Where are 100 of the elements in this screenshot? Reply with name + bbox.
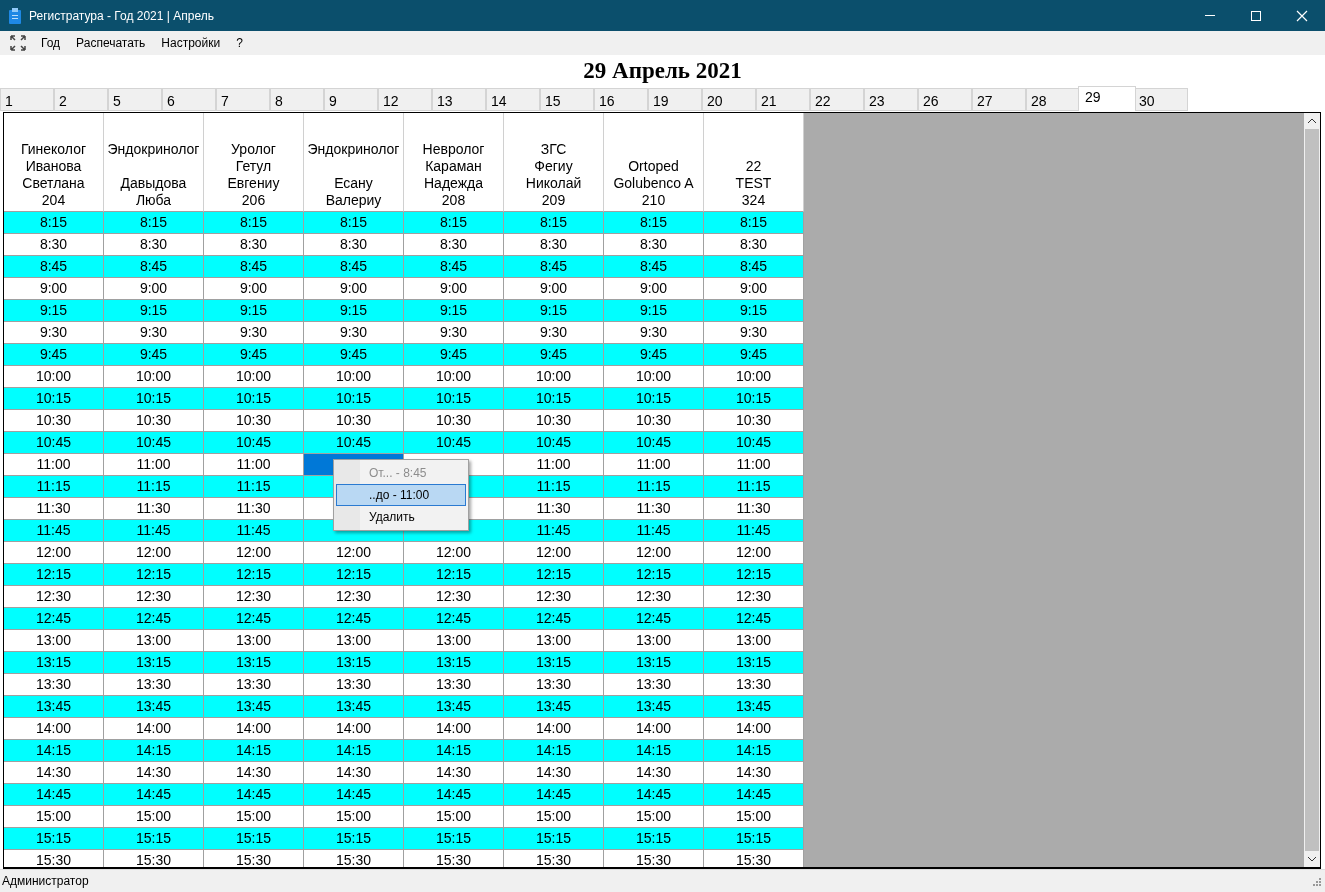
table-cell: 12:30	[304, 586, 404, 608]
day-tab[interactable]: 15	[540, 88, 594, 111]
table-cell: 9:45	[604, 344, 704, 366]
table-cell: 8:30	[704, 234, 804, 256]
scrollbar[interactable]	[1304, 113, 1320, 867]
table-cell: 9:15	[604, 300, 704, 322]
day-tab[interactable]: 29	[1078, 86, 1136, 111]
table-cell: 15:00	[704, 806, 804, 828]
resize-grip-icon[interactable]	[1311, 876, 1321, 886]
table-cell: 10:30	[304, 410, 404, 432]
table-cell: 9:45	[204, 344, 304, 366]
day-tab[interactable]: 2	[54, 88, 108, 111]
table-cell: 11:30	[4, 498, 104, 520]
table-cell: 13:30	[204, 674, 304, 696]
day-tab[interactable]: 16	[594, 88, 648, 111]
table-cell: 11:30	[104, 498, 204, 520]
day-tab[interactable]: 20	[702, 88, 756, 111]
table-cell: 10:15	[104, 388, 204, 410]
context-menu-item[interactable]: Удалить	[336, 506, 466, 528]
table-cell: 8:45	[704, 256, 804, 278]
day-tab[interactable]: 8	[270, 88, 324, 111]
table-cell: 9:30	[404, 322, 504, 344]
table-cell: 13:15	[4, 652, 104, 674]
table-cell: 8:15	[304, 212, 404, 234]
table-cell: 9:15	[504, 300, 604, 322]
table-cell: 10:15	[504, 388, 604, 410]
table-cell: 14:30	[504, 762, 604, 784]
table-cell: 12:45	[104, 608, 204, 630]
table-cell: 13:45	[704, 696, 804, 718]
table-cell: 8:15	[204, 212, 304, 234]
day-tab[interactable]: 13	[432, 88, 486, 111]
table-cell: 13:15	[204, 652, 304, 674]
table-cell: 10:00	[404, 366, 504, 388]
menu-item[interactable]: Распечатать	[68, 32, 154, 54]
fullscreen-icon[interactable]	[10, 35, 26, 51]
day-tab[interactable]: 26	[918, 88, 972, 111]
table-cell: 14:30	[704, 762, 804, 784]
table-cell: 14:45	[204, 784, 304, 806]
table-cell: 10:15	[204, 388, 304, 410]
day-tab[interactable]: 27	[972, 88, 1026, 111]
day-tab[interactable]: 21	[756, 88, 810, 111]
table-cell: 12:30	[704, 586, 804, 608]
table-cell: 14:00	[404, 718, 504, 740]
table-cell: 10:30	[504, 410, 604, 432]
day-tab[interactable]: 23	[864, 88, 918, 111]
table-cell: 14:45	[404, 784, 504, 806]
table-cell: 15:00	[204, 806, 304, 828]
context-menu-item[interactable]: ..до - 11:00	[336, 484, 466, 506]
day-tab[interactable]: 6	[162, 88, 216, 111]
table-cell: 8:45	[204, 256, 304, 278]
day-tab[interactable]: 28	[1026, 88, 1080, 111]
table-cell: 9:00	[404, 278, 504, 300]
table-cell: 15:15	[304, 828, 404, 850]
table-cell: 14:15	[704, 740, 804, 762]
table-cell: 14:30	[304, 762, 404, 784]
table-cell: 12:00	[304, 542, 404, 564]
day-tab[interactable]: 19	[648, 88, 702, 111]
status-text: Администратор	[2, 874, 90, 888]
day-tab[interactable]: 7	[216, 88, 270, 111]
table-cell: 10:45	[4, 432, 104, 454]
table-cell: 8:45	[104, 256, 204, 278]
table-cell: 12:15	[704, 564, 804, 586]
day-tab[interactable]: 5	[108, 88, 162, 111]
table-cell: 11:00	[704, 454, 804, 476]
day-tab[interactable]: 14	[486, 88, 540, 111]
table-cell: 12:00	[204, 542, 304, 564]
table-cell: 11:30	[504, 498, 604, 520]
table-cell: 13:45	[104, 696, 204, 718]
table-cell: 13:00	[504, 630, 604, 652]
table-cell: 11:30	[704, 498, 804, 520]
menu-item[interactable]: Год	[33, 32, 69, 54]
table-cell: 10:45	[504, 432, 604, 454]
day-tab[interactable]: 12	[378, 88, 432, 111]
table-cell: 15:00	[4, 806, 104, 828]
menu-item[interactable]: Настройки	[153, 32, 229, 54]
table-cell: 9:45	[304, 344, 404, 366]
table-cell: 14:15	[4, 740, 104, 762]
table-cell: 12:00	[604, 542, 704, 564]
table-cell: 9:15	[204, 300, 304, 322]
table-cell: 9:30	[504, 322, 604, 344]
day-tab[interactable]: 30	[1134, 88, 1188, 111]
table-cell: 9:45	[404, 344, 504, 366]
table-cell: 13:30	[404, 674, 504, 696]
table-cell: 11:45	[604, 520, 704, 542]
table-cell: 14:45	[504, 784, 604, 806]
day-tab[interactable]: 22	[810, 88, 864, 111]
table-cell: 14:15	[404, 740, 504, 762]
table-cell: 10:45	[604, 432, 704, 454]
table-cell: 11:45	[4, 520, 104, 542]
table-cell: 12:15	[204, 564, 304, 586]
day-tab[interactable]: 1	[0, 88, 54, 111]
menu-item[interactable]: ?	[228, 32, 251, 54]
table-cell: 12:45	[404, 608, 504, 630]
table-cell: 12:45	[504, 608, 604, 630]
table-cell: 8:30	[4, 234, 104, 256]
table-cell: 10:15	[304, 388, 404, 410]
table-cell: 9:00	[604, 278, 704, 300]
table-cell: 9:30	[204, 322, 304, 344]
day-tab[interactable]: 9	[324, 88, 378, 111]
table-cell: 9:45	[104, 344, 204, 366]
